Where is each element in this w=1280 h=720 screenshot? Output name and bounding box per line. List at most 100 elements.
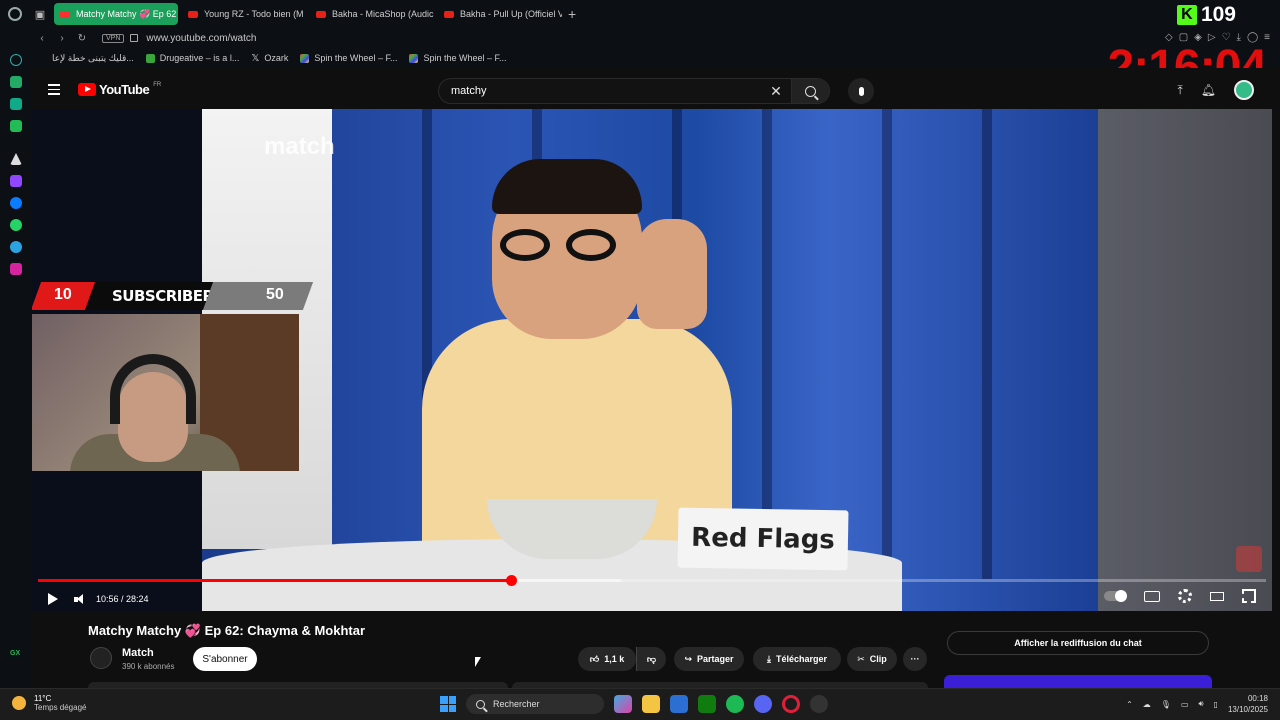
theater-mode-icon[interactable]: [1210, 591, 1224, 601]
tab-bakha-micashop[interactable]: Bakha - MicaShop (Audic: [310, 3, 434, 25]
instagram-icon[interactable]: [10, 263, 22, 275]
bookmark-item[interactable]: قليك يتبنى خطة لإعا...: [52, 53, 134, 64]
notifications-bell-icon[interactable]: 🔔︎: [1201, 83, 1216, 97]
copilot-icon[interactable]: [614, 695, 632, 713]
store-icon[interactable]: [670, 695, 688, 713]
download-arrow-icon: ⤓: [766, 653, 771, 664]
clip-button[interactable]: ✂ Clip: [847, 647, 897, 671]
bookmark-item[interactable]: 𝕏 Ozark: [251, 53, 288, 64]
clock[interactable]: 00:18 13/10/2025: [1228, 693, 1268, 715]
opera-gx-icon[interactable]: [782, 695, 800, 713]
share-button[interactable]: ↪ Partager: [674, 647, 744, 671]
search-button[interactable]: [791, 79, 829, 103]
system-tray: ⌃ ☁ 🎙︎ ▭ 🔊︎ ▯ 00:18 13/10/2025: [1126, 693, 1268, 715]
m-app-icon[interactable]: [10, 120, 22, 132]
progress-bar[interactable]: [38, 575, 1266, 586]
bookmark-item[interactable]: Drugeative – is a l...: [145, 53, 239, 63]
subscribe-button[interactable]: S'abonner: [193, 647, 257, 671]
settings-gear-icon[interactable]: [1178, 589, 1192, 603]
played-bar: [38, 579, 511, 582]
bookmark-label: Spin the Wheel – F...: [314, 53, 398, 63]
title-suffix: Ep 62: Chayma & Mokhtar: [204, 623, 366, 638]
voice-search-button[interactable]: [848, 78, 874, 104]
address-bar: ‹ › ↻ VPN www.youtube.com/watch ◇ ▢ ◈ ▷ …: [0, 28, 1280, 48]
gx-icon[interactable]: GX: [10, 650, 22, 662]
taskbar-search[interactable]: Rechercher: [466, 694, 604, 714]
windows-start-icon[interactable]: [440, 696, 456, 712]
hamburger-menu-icon[interactable]: [48, 84, 60, 98]
workspace-icon[interactable]: [10, 76, 22, 88]
vpn-badge[interactable]: VPN: [102, 33, 125, 43]
mic-tray-icon[interactable]: 🎙︎: [1161, 700, 1171, 709]
heart-emoji-icon: 💞: [184, 623, 202, 638]
url-field[interactable]: www.youtube.com/watch: [146, 33, 256, 44]
telegram-icon[interactable]: [10, 241, 22, 253]
youtube-header: YouTube FR matchy ✕ ⤒ 🔔︎: [32, 68, 1272, 110]
youtube-logo[interactable]: YouTube FR: [78, 82, 161, 97]
chart-icon[interactable]: [10, 98, 22, 110]
video-player[interactable]: match Red Flags 10 SUBSCRIBERS 50 10:56 …: [32, 109, 1272, 611]
bookmark-item[interactable]: Spin the Wheel – F...: [409, 53, 507, 63]
studio-background-right: [1098, 109, 1272, 611]
play-button[interactable]: [48, 593, 58, 605]
obs-icon[interactable]: [810, 695, 828, 713]
youtube-play-logo-icon: [78, 83, 96, 96]
channel-watermark-icon[interactable]: [1236, 546, 1262, 572]
moon-weather-icon: [12, 696, 26, 710]
reload-icon[interactable]: ↻: [74, 33, 90, 44]
volume-icon[interactable]: [74, 594, 84, 604]
tab-matchy-matchy[interactable]: Matchy Matchy 💞 Ep 62: [54, 3, 178, 25]
tab-young-rz[interactable]: Young RZ - Todo bien (M: [182, 3, 306, 25]
tab-island-icon[interactable]: ▣: [30, 0, 50, 28]
title-prefix: Matchy Matchy: [88, 623, 182, 638]
battery-icon[interactable]: ▯: [1214, 700, 1218, 709]
messenger-icon[interactable]: [10, 197, 22, 209]
spotify-icon[interactable]: [726, 695, 744, 713]
aria-icon[interactable]: [10, 54, 22, 66]
arrow-app-icon[interactable]: [10, 153, 22, 165]
upload-icon[interactable]: ⤒: [1177, 83, 1182, 98]
autoplay-toggle[interactable]: [1104, 590, 1127, 602]
glasses: [500, 229, 620, 261]
more-actions-button[interactable]: ···: [903, 647, 927, 671]
speaker-icon[interactable]: 🔊︎: [1199, 699, 1204, 709]
whatsapp-icon[interactable]: [10, 219, 22, 231]
clear-search-icon[interactable]: ✕: [761, 83, 791, 100]
scrubber-handle[interactable]: [505, 575, 517, 586]
bookmark-item[interactable]: Spin the Wheel – F...: [300, 53, 397, 63]
weather-widget[interactable]: 11°C Temps dégagé: [12, 694, 86, 712]
search-input[interactable]: matchy: [439, 85, 761, 97]
search-box[interactable]: matchy ✕: [438, 78, 830, 104]
tray-chevron-icon[interactable]: ⌃: [1126, 700, 1133, 709]
promo-banner[interactable]: [944, 675, 1212, 688]
twitch-icon[interactable]: [10, 175, 22, 187]
network-icon[interactable]: ▭: [1181, 700, 1189, 709]
like-button[interactable]: 👍︎ 1,1 k: [578, 647, 636, 671]
cloud-icon[interactable]: ☁: [1143, 700, 1151, 709]
forward-arrow-icon[interactable]: ›: [54, 33, 70, 44]
search-icon: [476, 699, 485, 709]
lock-icon[interactable]: [130, 34, 139, 42]
account-avatar[interactable]: [1234, 80, 1254, 100]
channel-name[interactable]: Match: [122, 647, 154, 659]
taskbar-apps: Rechercher: [440, 694, 828, 714]
new-tab-button[interactable]: +: [568, 6, 576, 22]
file-explorer-icon[interactable]: [642, 695, 660, 713]
subscriber-goal: 50: [266, 286, 284, 303]
show-chat-replay-button[interactable]: Afficher la rediffusion du chat: [947, 631, 1209, 655]
video-title: Matchy Matchy 💞 Ep 62: Chayma & Mokhtar: [88, 623, 365, 639]
tab-bakha-pull-up[interactable]: Bakha - Pull Up (Officiel V: [438, 3, 562, 25]
youtube-favicon-icon: [316, 10, 326, 18]
discord-icon[interactable]: [754, 695, 772, 713]
xbox-icon[interactable]: [698, 695, 716, 713]
subtitles-icon[interactable]: [1144, 590, 1160, 602]
red-flags-sign: Red Flags: [677, 507, 849, 571]
dislike-button[interactable]: 👎︎: [636, 647, 666, 671]
opera-logo-icon[interactable]: [0, 0, 30, 28]
download-button[interactable]: ⤓ Télécharger: [753, 647, 841, 671]
microphone-icon: [858, 86, 864, 96]
fullscreen-icon[interactable]: [1242, 589, 1256, 603]
channel-avatar[interactable]: [90, 647, 112, 669]
tab-label: Bakha - Pull Up (Officiel V: [460, 9, 562, 19]
back-arrow-icon[interactable]: ‹: [34, 33, 50, 44]
